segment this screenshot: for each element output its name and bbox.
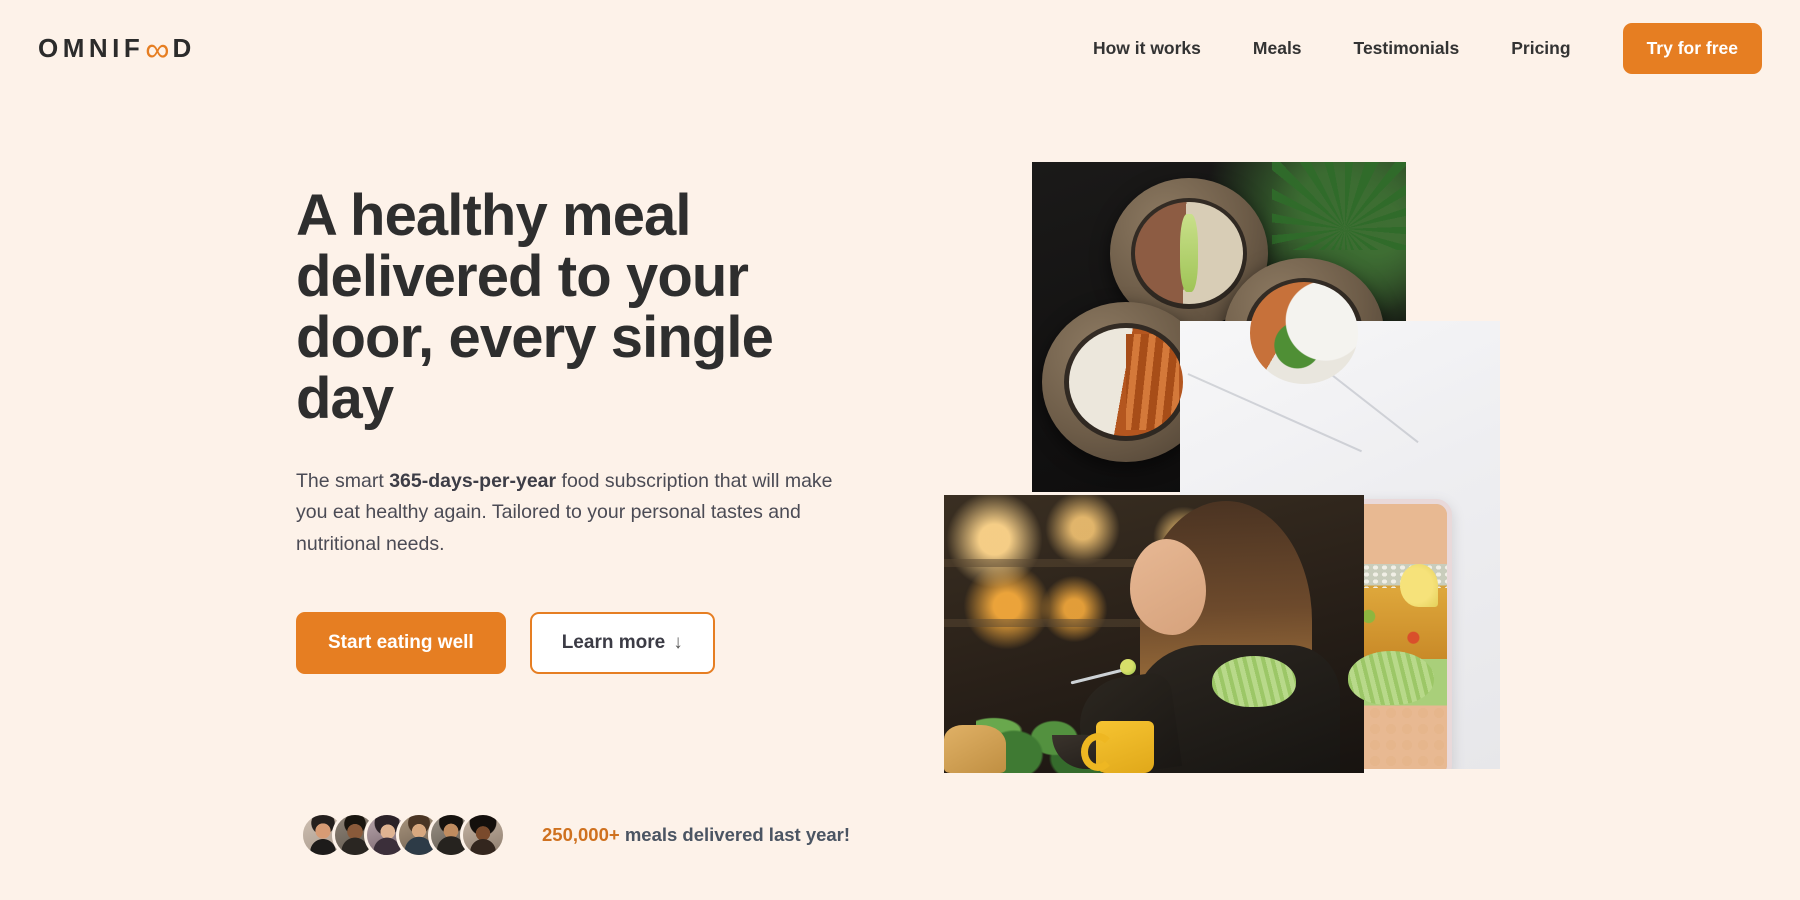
marble-vein (1187, 373, 1362, 453)
try-for-free-button[interactable]: Try for free (1622, 22, 1762, 74)
yellow-mug (1081, 721, 1154, 773)
plant-decoration (1272, 162, 1406, 250)
foreground-bread (944, 725, 1006, 773)
avocado-slices (1348, 650, 1434, 706)
site-header: OMNIF ∞ D How it works Meals Testimonial… (0, 0, 1800, 96)
nav-link-testimonials[interactable]: Testimonials (1328, 38, 1486, 59)
omnifood-logo[interactable]: OMNIF ∞ D (38, 30, 196, 69)
hero-image-group (0, 96, 1800, 900)
bowl-contents (1068, 327, 1184, 437)
bowl-contents (1249, 282, 1359, 384)
nav-link-pricing[interactable]: Pricing (1485, 38, 1596, 59)
main-navigation: How it works Meals Testimonials Pricing … (1067, 22, 1762, 74)
green-beans (1180, 214, 1198, 292)
logo-text-start: OMNIF (38, 32, 145, 63)
grilled-strips (1126, 334, 1179, 430)
infinity-icon: ∞ (145, 30, 170, 69)
shelf (944, 559, 1138, 567)
nav-link-how-it-works[interactable]: How it works (1067, 38, 1227, 59)
logo-text-end: D (172, 32, 196, 63)
food-on-fork (1120, 659, 1136, 675)
lemon-wedge (1399, 563, 1439, 608)
nav-link-meals[interactable]: Meals (1227, 38, 1328, 59)
woman-eating-image (944, 495, 1364, 773)
bowl-contents (1135, 202, 1243, 304)
avocado-slices (1212, 656, 1296, 708)
hero-section: A healthy meal delivered to your door, e… (0, 96, 1800, 900)
